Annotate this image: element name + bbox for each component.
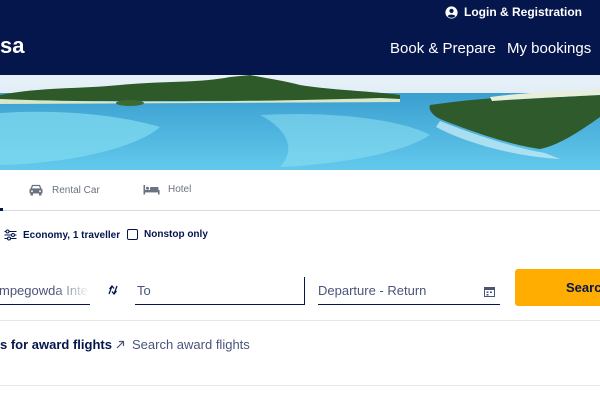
nav-book-prepare[interactable]: Book & Prepare [390, 40, 496, 57]
login-registration-link[interactable]: Login & Registration [445, 5, 582, 19]
top-header: sa Login & Registration Book & Prepare M… [0, 0, 600, 75]
nonstop-label: Nonstop only [144, 229, 208, 240]
brand-logo[interactable]: sa [0, 33, 24, 59]
cabin-traveller-selector[interactable]: Economy, 1 traveller [4, 229, 120, 241]
divider [0, 385, 600, 386]
origin-field[interactable]: mpegowda Inte [0, 277, 90, 305]
search-button[interactable]: Search [515, 269, 600, 306]
search-options: Economy, 1 traveller Nonstop only [0, 229, 600, 245]
destination-field[interactable]: To [135, 277, 305, 305]
product-tabs: Rental Car Hotel [0, 170, 600, 211]
hero-image [0, 75, 600, 170]
nonstop-checkbox[interactable] [127, 229, 138, 240]
divider [0, 320, 600, 321]
tab-hotel-label: Hotel [168, 184, 192, 195]
arrow-up-right-icon [116, 340, 125, 349]
cabin-traveller-label: Economy, 1 traveller [23, 229, 121, 241]
car-icon [29, 184, 43, 196]
search-award-flights-link[interactable]: Search award flights [116, 337, 250, 352]
dates-field[interactable]: Departure - Return [318, 277, 500, 305]
tab-rental-car-label: Rental Car [52, 184, 100, 196]
active-tab-indicator [0, 208, 3, 211]
tab-rental-car[interactable]: Rental Car [28, 184, 100, 196]
nonstop-only-option[interactable]: Nonstop only [127, 229, 208, 240]
search-award-flights-label: Search award flights [132, 337, 250, 352]
login-label: Login & Registration [464, 5, 582, 19]
sliders-icon [4, 229, 17, 241]
swap-icon[interactable] [106, 283, 120, 297]
dates-placeholder: Departure - Return [318, 283, 427, 298]
nav-my-bookings[interactable]: My bookings [507, 40, 591, 57]
bed-icon [143, 185, 160, 195]
user-icon [445, 5, 458, 19]
destination-placeholder: To [137, 283, 151, 298]
calendar-icon [484, 287, 495, 297]
award-flights-heading[interactable]: s for award flights [0, 337, 112, 352]
tab-hotel[interactable]: Hotel [143, 184, 191, 195]
